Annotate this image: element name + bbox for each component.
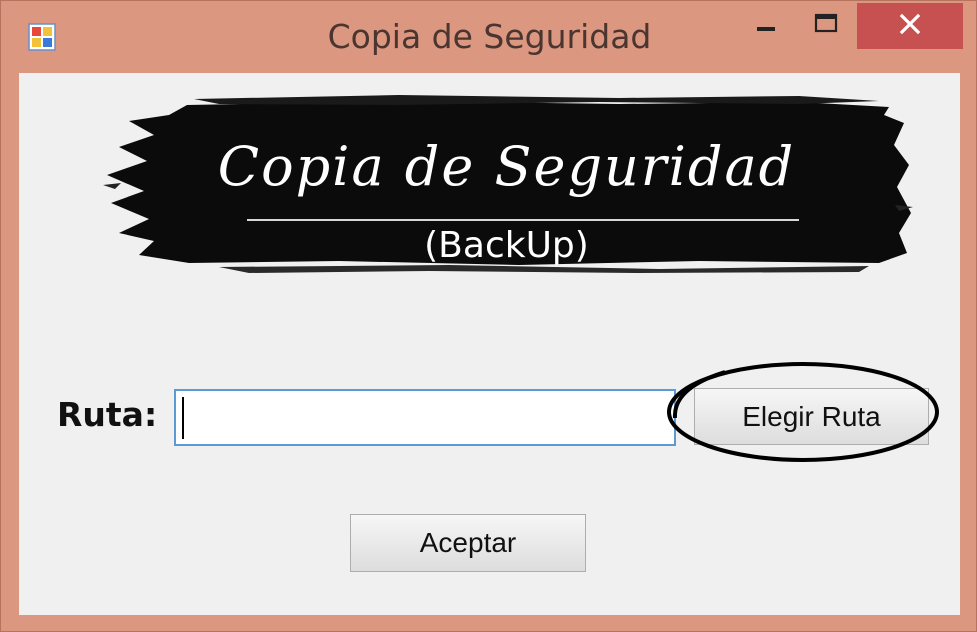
elegir-ruta-button[interactable]: Elegir Ruta — [694, 388, 929, 445]
client-area: Copia de Seguridad (BackUp) Ruta: Elegir… — [19, 73, 960, 615]
maximize-icon — [813, 11, 839, 42]
banner-title: Copia de Seguridad — [217, 135, 796, 198]
ruta-input[interactable] — [174, 389, 676, 446]
close-icon — [897, 11, 923, 42]
banner-divider — [247, 219, 799, 221]
backup-banner: Copia de Seguridad (BackUp) — [99, 95, 914, 277]
close-button[interactable] — [857, 3, 963, 49]
minimize-button[interactable] — [743, 3, 789, 49]
backup-window: Copia de Seguridad Copia de Seguridad (B… — [0, 0, 977, 632]
maximize-button[interactable] — [803, 3, 849, 49]
title-bar[interactable]: Copia de Seguridad — [1, 1, 977, 71]
minimize-icon — [754, 12, 778, 41]
banner-subtitle: (BackUp) — [424, 225, 589, 266]
aceptar-button[interactable]: Aceptar — [350, 514, 586, 572]
ruta-label: Ruta: — [57, 395, 158, 434]
text-caret — [182, 397, 184, 439]
